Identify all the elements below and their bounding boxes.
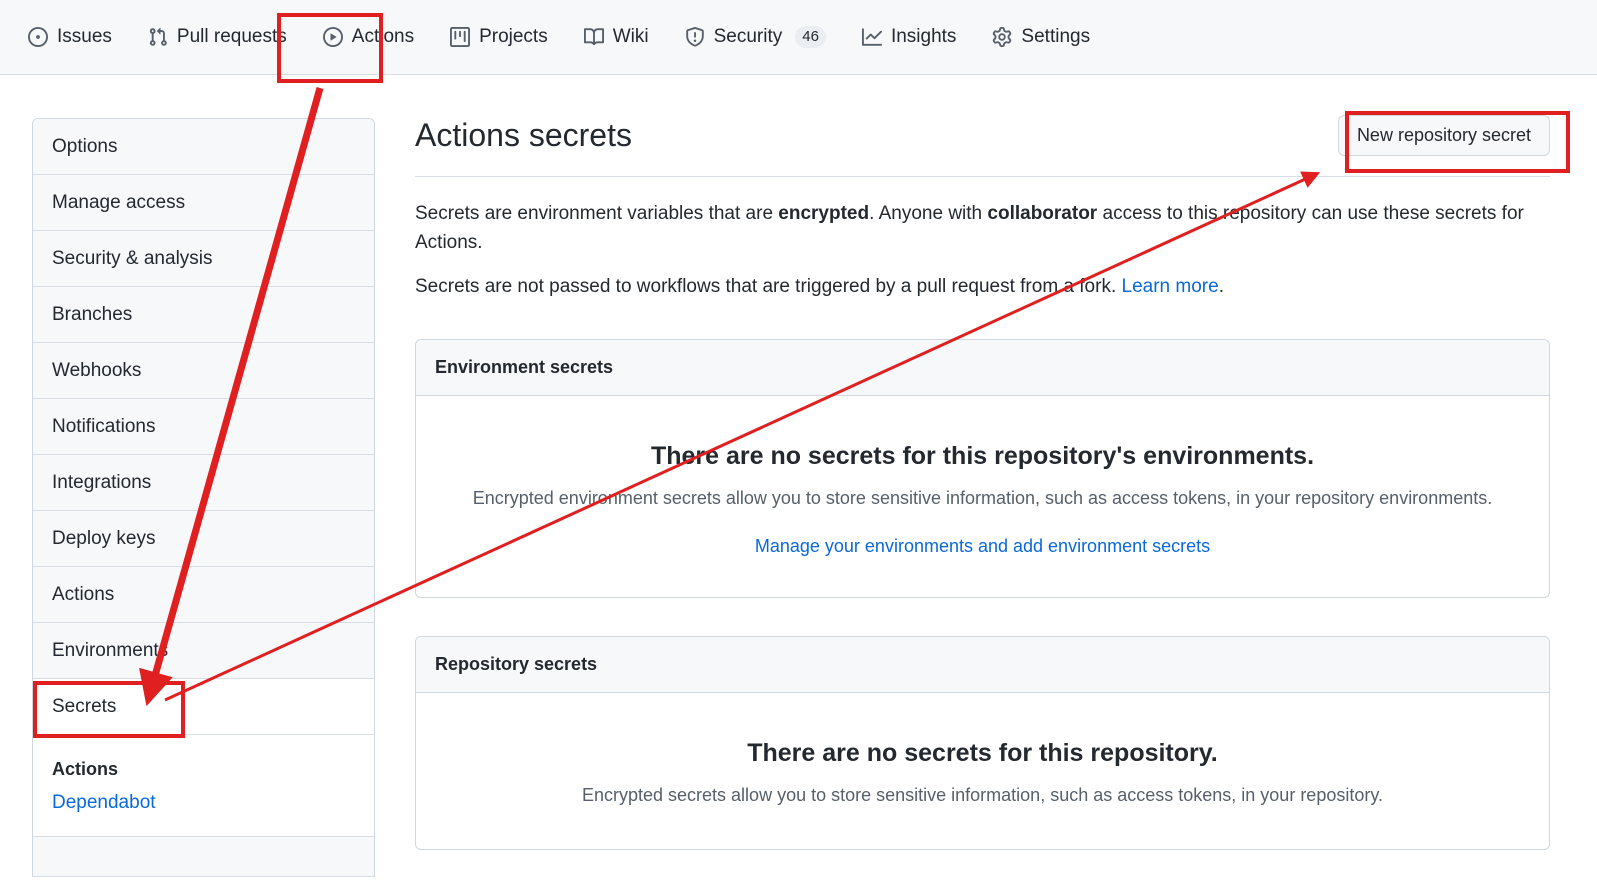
main-content: Actions secrets New repository secret Se… (415, 115, 1550, 851)
sidebar-item-webhooks[interactable]: Webhooks (33, 343, 374, 399)
repository-nav: Issues Pull requests Actions Projects Wi… (0, 0, 1597, 75)
settings-page-body: Options Manage access Security & analysi… (0, 75, 1597, 883)
book-icon (583, 27, 604, 47)
sidebar-item-integrations[interactable]: Integrations (33, 455, 374, 511)
sidebar-item-notifications[interactable]: Notifications (33, 399, 374, 455)
sidebar-item-webhooks-label: Webhooks (52, 359, 142, 381)
content-header: Actions secrets New repository secret (415, 115, 1550, 177)
sidebar-item-options[interactable]: Options (33, 119, 374, 175)
desc-1-encrypted-emphasis: encrypted (778, 203, 870, 224)
nav-tab-issues-label: Issues (57, 26, 112, 47)
sidebar-item-environments[interactable]: Environments (33, 623, 374, 679)
environment-secrets-header: Environment secrets (416, 340, 1549, 397)
sidebar-item-secrets-label: Secrets (52, 695, 117, 717)
repository-secrets-header: Repository secrets (416, 637, 1549, 694)
nav-tab-wiki-label: Wiki (612, 26, 649, 47)
nav-tab-projects-label: Projects (479, 26, 548, 47)
sidebar-tail-item[interactable] (33, 837, 374, 877)
repository-secrets-blank-text: Encrypted secrets allow you to store sen… (581, 785, 1384, 806)
desc-2-part-b: . (1218, 275, 1224, 297)
play-circle-icon (322, 27, 343, 47)
nav-tab-insights[interactable]: Insights (844, 10, 974, 64)
nav-tab-wiki[interactable]: Wiki (566, 10, 667, 64)
git-pull-request-icon (148, 27, 168, 47)
sidebar-item-security-and-analysis-label: Security & analysis (52, 247, 213, 269)
sidebar-item-deploy-keys[interactable]: Deploy keys (33, 511, 374, 567)
sidebar-item-dependabot[interactable]: Dependabot (52, 792, 374, 814)
sidebar-item-branches-label: Branches (52, 303, 133, 325)
repository-secrets-blank-title: There are no secrets for this repository… (747, 739, 1218, 768)
github-actions-secrets-page: Issues Pull requests Actions Projects Wi… (0, 0, 1597, 883)
page-title: Actions secrets (415, 117, 632, 154)
desc-1-part-c: . Anyone with (869, 203, 988, 224)
repository-secrets-box: Repository secrets There are no secrets … (415, 636, 1550, 851)
sidebar-item-options-label: Options (52, 135, 118, 157)
sidebar-item-manage-access-label: Manage access (52, 191, 186, 213)
nav-tab-actions-label: Actions (351, 26, 415, 47)
sidebar-item-branches[interactable]: Branches (33, 287, 374, 343)
environment-secrets-box: Environment secrets There are no secrets… (415, 339, 1550, 599)
desc-2-part-a: Secrets are not passed to workflows that… (415, 275, 1122, 297)
desc-1-collaborator-emphasis: collaborator (987, 203, 1098, 224)
nav-tab-security-label: Security (713, 26, 783, 47)
sidebar-item-manage-access[interactable]: Manage access (33, 175, 374, 231)
nav-tab-projects[interactable]: Projects (432, 10, 566, 64)
security-alert-counter: 46 (795, 26, 826, 48)
secrets-description-line-2: Secrets are not passed to workflows that… (415, 272, 1550, 301)
nav-tab-insights-label: Insights (890, 26, 957, 47)
shield-alert-icon (685, 27, 705, 47)
sidebar-item-secrets[interactable]: Secrets (33, 679, 374, 735)
issue-opened-icon (28, 27, 48, 47)
sidebar-item-actions-label: Actions (52, 583, 115, 605)
nav-tab-pull-requests[interactable]: Pull requests (130, 10, 305, 64)
nav-tab-actions[interactable]: Actions (305, 10, 432, 64)
sidebar-item-integrations-label: Integrations (52, 471, 152, 493)
environment-secrets-blankslate: There are no secrets for this repository… (416, 396, 1549, 597)
nav-tab-issues[interactable]: Issues (10, 10, 130, 64)
learn-more-link[interactable]: Learn more (1122, 276, 1219, 297)
new-repository-secret-button[interactable]: New repository secret (1337, 115, 1550, 156)
nav-tab-settings[interactable]: Settings (974, 10, 1108, 64)
manage-environments-link[interactable]: Manage your environments and add environ… (436, 536, 1529, 557)
environment-secrets-blank-title: There are no secrets for this repository… (650, 442, 1315, 471)
sidebar-item-notifications-label: Notifications (52, 415, 156, 437)
graph-icon (861, 27, 882, 47)
sidebar-item-actions[interactable]: Actions (33, 567, 374, 623)
nav-tab-security[interactable]: Security 46 (667, 10, 844, 64)
secrets-description-line-1: Secrets are environment variables that a… (415, 199, 1550, 258)
secrets-description: Secrets are environment variables that a… (415, 177, 1550, 301)
sidebar-item-security-and-analysis[interactable]: Security & analysis (33, 231, 374, 287)
project-board-icon (450, 27, 471, 47)
desc-1-part-a: Secrets are environment variables that a… (415, 203, 779, 224)
settings-sidebar: Options Manage access Security & analysi… (32, 118, 375, 877)
environment-secrets-blank-text: Encrypted environment secrets allow you … (472, 488, 1493, 509)
sidebar-secrets-subsection: Actions Dependabot (33, 735, 374, 837)
sidebar-item-environments-label: Environments (52, 639, 169, 661)
sidebar-item-deploy-keys-label: Deploy keys (52, 527, 156, 549)
nav-tab-settings-label: Settings (1021, 26, 1091, 47)
nav-tab-pull-requests-label: Pull requests (176, 26, 287, 47)
repository-secrets-blankslate: There are no secrets for this repository… (416, 693, 1549, 849)
gear-icon (992, 27, 1012, 47)
sidebar-subsection-title: Actions (52, 759, 119, 779)
